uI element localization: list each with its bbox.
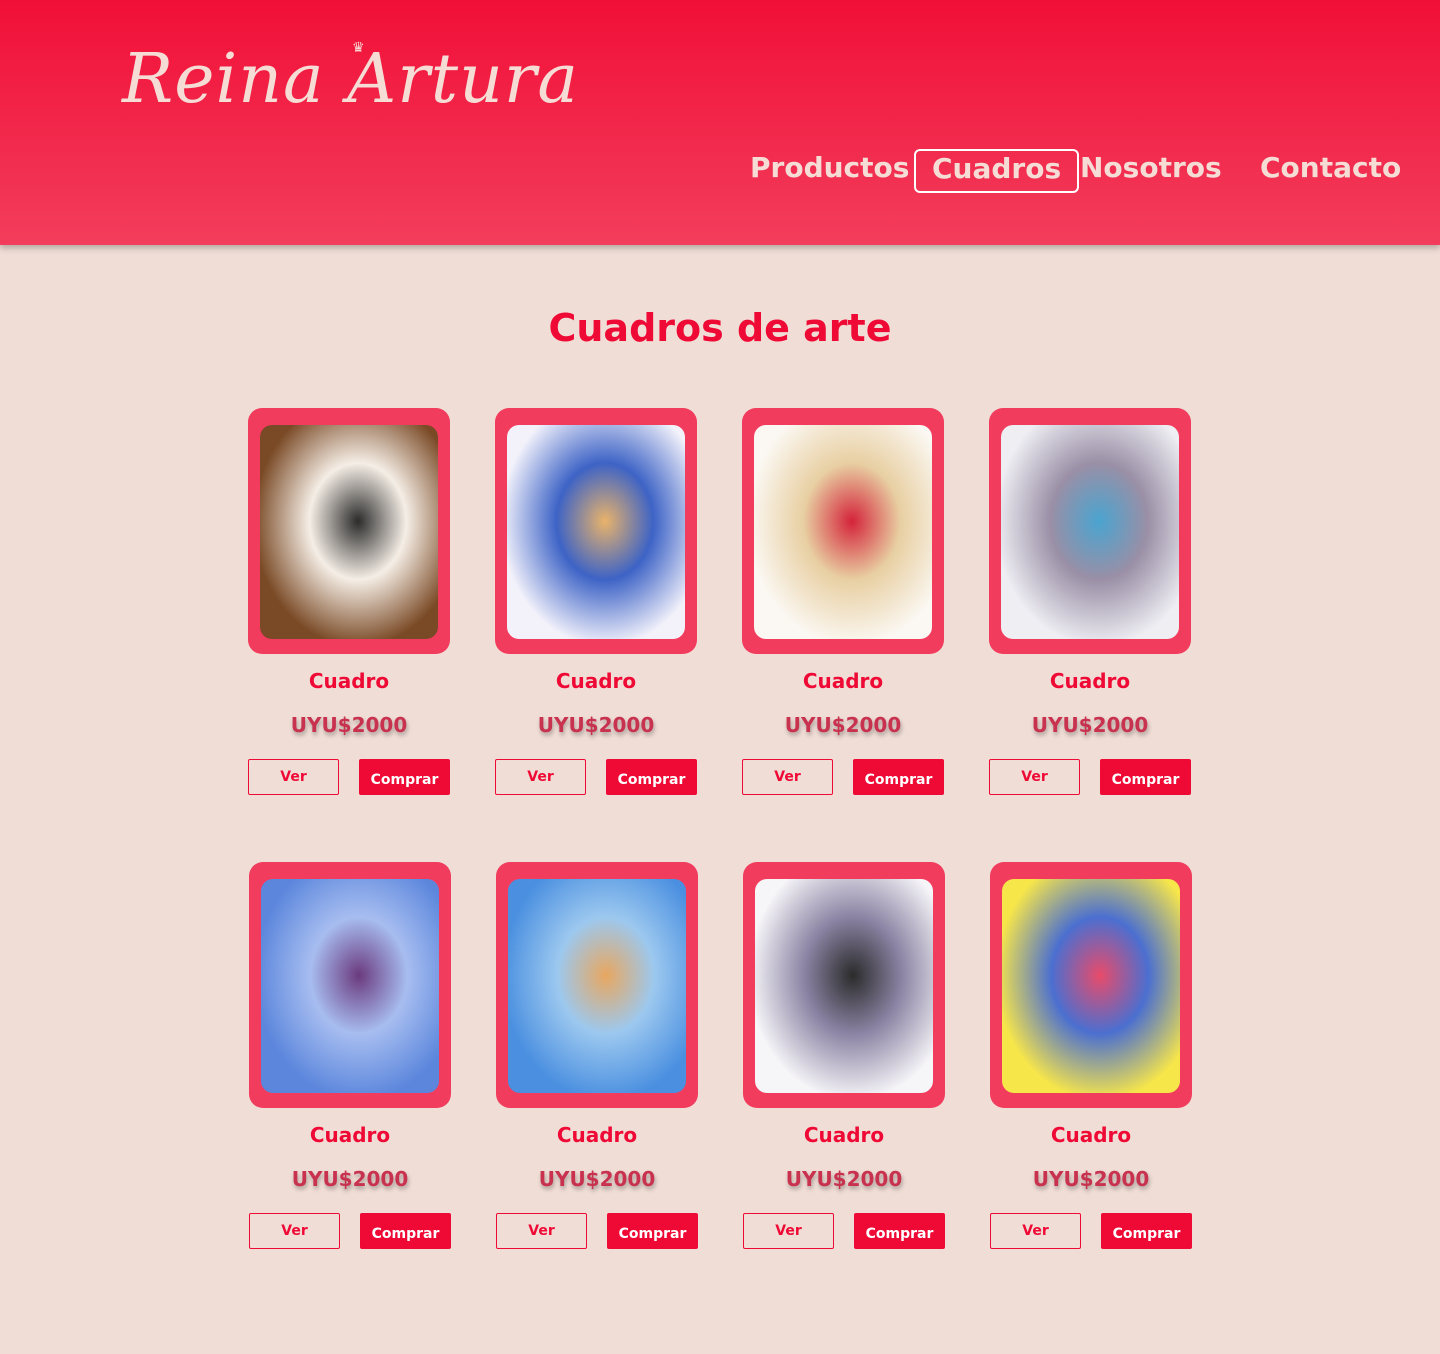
product-name: Cuadro <box>308 669 390 693</box>
comprar-button[interactable]: Comprar <box>853 759 944 795</box>
ver-button[interactable]: Ver <box>249 1213 340 1249</box>
product-price: UYU$2000 <box>291 1167 409 1191</box>
product-price: UYU$2000 <box>538 1167 656 1191</box>
comprar-button[interactable]: Comprar <box>606 759 697 795</box>
product-card: Cuadro UYU$2000 Ver Comprar <box>989 408 1191 795</box>
product-image[interactable] <box>1001 425 1179 639</box>
product-image[interactable] <box>507 425 685 639</box>
product-image[interactable] <box>261 879 439 1093</box>
nav-productos[interactable]: Productos <box>750 150 909 194</box>
product-price: UYU$2000 <box>1031 713 1149 737</box>
product-name: Cuadro <box>802 669 884 693</box>
product-image[interactable] <box>754 425 932 639</box>
site-header: Reina Artura ♛ Productos Cuadros Nosotro… <box>0 0 1440 245</box>
nav-cuadros[interactable]: Cuadros <box>914 149 1080 193</box>
product-image[interactable] <box>508 879 686 1093</box>
product-frame[interactable] <box>742 408 944 654</box>
product-frame[interactable] <box>989 408 1191 654</box>
ver-button[interactable]: Ver <box>495 759 586 795</box>
ver-button[interactable]: Ver <box>989 759 1080 795</box>
product-name: Cuadro <box>1050 1123 1132 1147</box>
product-image[interactable] <box>260 425 438 639</box>
logo[interactable]: Reina Artura <box>122 40 579 119</box>
comprar-button[interactable]: Comprar <box>1100 759 1191 795</box>
comprar-button[interactable]: Comprar <box>1101 1213 1192 1249</box>
comprar-button[interactable]: Comprar <box>854 1213 945 1249</box>
product-name: Cuadro <box>555 669 637 693</box>
product-card: Cuadro UYU$2000 Ver Comprar <box>496 862 698 1249</box>
product-frame[interactable] <box>990 862 1192 1108</box>
ver-button[interactable]: Ver <box>248 759 339 795</box>
product-name: Cuadro <box>1049 669 1131 693</box>
product-frame[interactable] <box>248 408 450 654</box>
product-name: Cuadro <box>309 1123 391 1147</box>
product-image[interactable] <box>755 879 933 1093</box>
product-price: UYU$2000 <box>784 713 902 737</box>
nav-nosotros[interactable]: Nosotros <box>1080 150 1222 194</box>
ver-button[interactable]: Ver <box>496 1213 587 1249</box>
product-name: Cuadro <box>556 1123 638 1147</box>
ver-button[interactable]: Ver <box>742 759 833 795</box>
product-card: Cuadro UYU$2000 Ver Comprar <box>742 408 944 795</box>
product-name: Cuadro <box>803 1123 885 1147</box>
product-frame[interactable] <box>743 862 945 1108</box>
comprar-button[interactable]: Comprar <box>360 1213 451 1249</box>
product-price: UYU$2000 <box>785 1167 903 1191</box>
product-card: Cuadro UYU$2000 Ver Comprar <box>990 862 1192 1249</box>
comprar-button[interactable]: Comprar <box>607 1213 698 1249</box>
product-card: Cuadro UYU$2000 Ver Comprar <box>743 862 945 1249</box>
crown-icon: ♛ <box>352 40 365 56</box>
comprar-button[interactable]: Comprar <box>359 759 450 795</box>
ver-button[interactable]: Ver <box>990 1213 1081 1249</box>
product-frame[interactable] <box>249 862 451 1108</box>
nav-contacto[interactable]: Contacto <box>1260 150 1401 194</box>
ver-button[interactable]: Ver <box>743 1213 834 1249</box>
product-card: Cuadro UYU$2000 Ver Comprar <box>248 408 450 795</box>
product-image[interactable] <box>1002 879 1180 1093</box>
product-card: Cuadro UYU$2000 Ver Comprar <box>249 862 451 1249</box>
page-title: Cuadros de arte <box>548 306 892 350</box>
product-price: UYU$2000 <box>290 713 408 737</box>
product-frame[interactable] <box>496 862 698 1108</box>
product-price: UYU$2000 <box>537 713 655 737</box>
product-frame[interactable] <box>495 408 697 654</box>
product-card: Cuadro UYU$2000 Ver Comprar <box>495 408 697 795</box>
product-price: UYU$2000 <box>1032 1167 1150 1191</box>
